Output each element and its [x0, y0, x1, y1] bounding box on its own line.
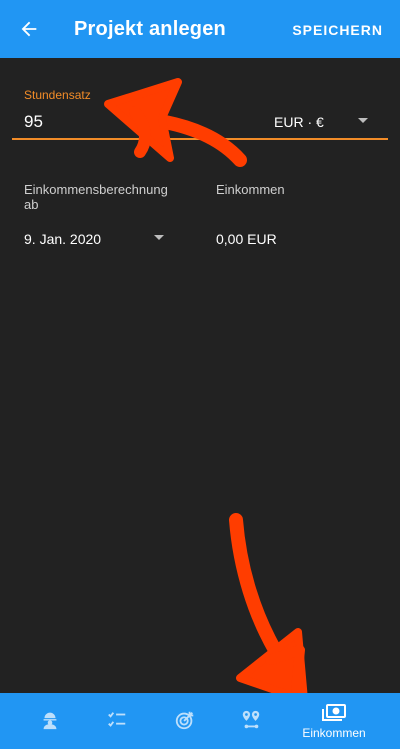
- route-icon: [242, 710, 260, 729]
- income-value: 0,00 EUR: [216, 231, 277, 247]
- nav-label-income: Einkommen: [302, 726, 366, 740]
- worker-icon: [43, 712, 57, 730]
- calculation-date-value: 9. Jan. 2020: [24, 231, 102, 247]
- field-underline: [12, 138, 388, 140]
- checklist-icon: [108, 712, 126, 727]
- income-calculation-label: Einkommensberechnung ab: [24, 182, 168, 212]
- app-bar: Projekt anlegen SPEICHERN: [0, 0, 400, 58]
- dropdown-caret-icon: [358, 118, 368, 123]
- nav-item-goals[interactable]: [163, 693, 207, 749]
- nav-item-routes[interactable]: [229, 693, 273, 749]
- save-button[interactable]: SPEICHERN: [292, 22, 383, 38]
- money-icon: [322, 704, 346, 721]
- back-button[interactable]: [14, 14, 44, 44]
- income-label: Einkommen: [216, 182, 285, 197]
- target-icon: [175, 711, 194, 730]
- arrow-left-icon: [21, 21, 37, 37]
- nav-item-income[interactable]: Einkommen: [294, 693, 374, 749]
- nav-item-tasks[interactable]: [95, 693, 139, 749]
- annotation-arrows: [104, 78, 308, 704]
- bottom-navigation: Einkommen: [0, 693, 400, 749]
- nav-item-worker[interactable]: [28, 693, 72, 749]
- page-title: Projekt anlegen: [74, 18, 226, 40]
- hourly-rate-label: Stundensatz: [24, 88, 91, 102]
- annotation-arrow-top: [104, 78, 247, 167]
- hourly-rate-input[interactable]: 95: [24, 112, 43, 132]
- currency-value: EUR · €: [274, 114, 324, 130]
- dropdown-caret-icon: [154, 235, 164, 240]
- annotation-arrow-bottom: [229, 513, 308, 704]
